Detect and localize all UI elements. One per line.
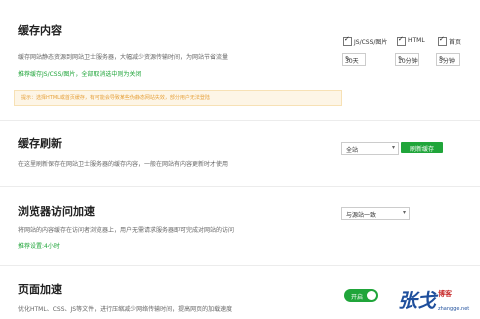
cache-notice: 提示：选择HTML或首页缓存，有可能会导致某些伪静态网站失效，部分用户无法登陆 <box>14 90 342 106</box>
checkbox-homepage[interactable]: 首页 <box>438 35 468 46</box>
checkbox-label: JS/CSS/图片 <box>354 39 388 46</box>
pencil-icon[interactable]: ✎ <box>345 55 375 63</box>
section-divider <box>0 120 480 121</box>
page-accel-desc: 优化HTML、CSS、JS等文件，进行压缩减少网络传输时间，提高网页的加载速度 <box>18 306 233 313</box>
toggle-knob <box>367 291 376 300</box>
page-accel-toggle[interactable]: 开启 <box>344 289 378 302</box>
watermark-url: zhangge.net <box>438 306 470 312</box>
cache-content-recommend: 推荐缓存JS/CSS/图片，全部取消选中则为关闭 <box>18 71 142 78</box>
cache-notice-text: 提示：选择HTML或首页缓存，有可能会导致某些伪静态网站失效，部分用户无法登陆 <box>21 95 210 101</box>
duration-homepage-input[interactable]: 5分钟 ✎ <box>436 53 460 66</box>
browser-cache-desc: 将网站的内容缓存在访问者浏览器上，用户无需请求服务器即可完成对网站的访问 <box>18 227 235 234</box>
refresh-cache-button[interactable]: 刷新缓存 <box>401 142 443 153</box>
browser-cache-value: 与源站一致 <box>346 212 377 219</box>
checkbox-html[interactable]: HTML <box>397 35 431 46</box>
checkbox-box[interactable] <box>343 35 352 46</box>
section-divider <box>0 265 480 266</box>
refresh-scope-value: 全站 <box>346 147 359 154</box>
cache-refresh-title: 缓存刷新 <box>18 137 62 150</box>
browser-cache-select[interactable]: 与源站一致 ▾ <box>341 207 410 220</box>
checkbox-box[interactable] <box>397 35 406 46</box>
checkbox-js-css-img[interactable]: JS/CSS/图片 <box>343 35 391 46</box>
watermark-tag: 博客 <box>438 290 452 298</box>
toggle-label: 开启 <box>351 294 364 301</box>
duration-js-css-img-input[interactable]: 30天 ✎ <box>342 53 366 66</box>
watermark-logo: 张戈 博客 zhangge.net <box>398 286 478 318</box>
chevron-down-icon: ▾ <box>391 144 395 151</box>
cache-content-desc: 缓存网站静态资源到网站卫士服务器，大幅减少资源传输时间，为网站节省流量 <box>18 54 229 61</box>
refresh-scope-select[interactable]: 全站 ▾ <box>341 142 399 155</box>
duration-html-input[interactable]: 10分钟 ✎ <box>395 53 419 66</box>
watermark-main: 张戈 <box>398 290 437 312</box>
refresh-cache-label: 刷新缓存 <box>409 146 434 153</box>
browser-cache-recommend: 推荐设置:4小时 <box>18 243 60 250</box>
chevron-down-icon: ▾ <box>402 209 406 216</box>
checkbox-box[interactable] <box>438 35 447 46</box>
cache-refresh-desc: 在这里刷新保存在网站卫士服务器的缓存内容，一般在网站有内容更新时才使用 <box>18 161 229 168</box>
checkbox-label: HTML <box>408 37 425 44</box>
cache-content-title: 缓存内容 <box>18 24 62 37</box>
page-accel-title: 页面加速 <box>18 283 62 296</box>
browser-cache-title: 浏览器访问加速 <box>18 205 95 218</box>
pencil-icon[interactable]: ✎ <box>439 55 469 63</box>
checkbox-label: 首页 <box>449 39 462 46</box>
pencil-icon[interactable]: ✎ <box>398 55 428 63</box>
section-divider <box>0 186 480 187</box>
